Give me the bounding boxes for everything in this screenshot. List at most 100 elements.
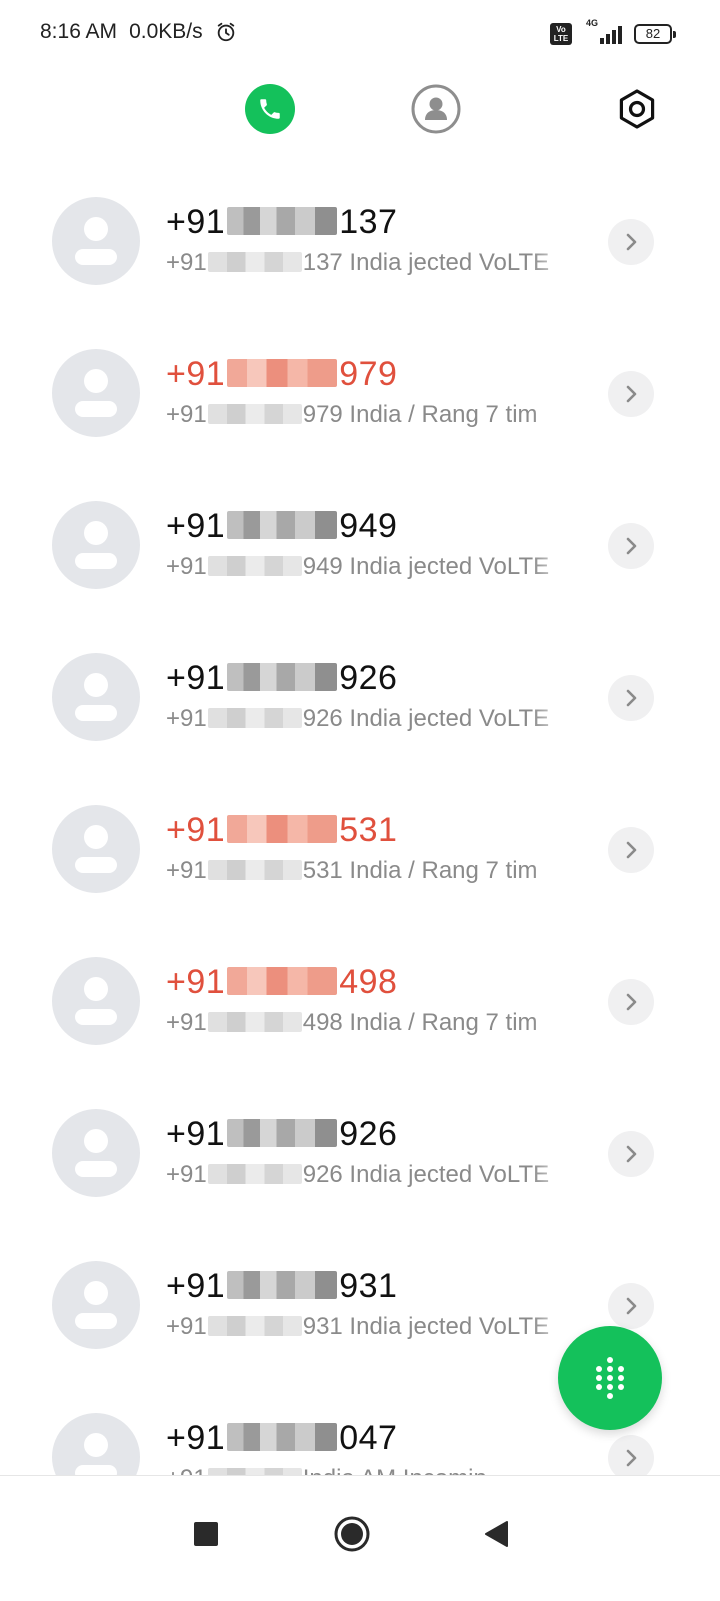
redacted-digits — [227, 663, 338, 692]
status-bar: 8:16 AM 0.0KB/s Vo LTE 4G 82 — [0, 0, 720, 70]
avatar-body — [75, 705, 117, 721]
call-details-button[interactable] — [608, 1131, 654, 1177]
caller-number: +91 931 — [166, 1267, 397, 1306]
home-button[interactable] — [322, 1504, 382, 1564]
redacted-digits — [227, 815, 338, 844]
call-log-row[interactable]: +91 926 +91 926 India jected VoLTE — [0, 1077, 720, 1229]
redacted-digits — [207, 1163, 302, 1184]
caller-number: +91 926 — [166, 1115, 397, 1154]
detail-status: jected VoLTE — [408, 1313, 550, 1340]
redacted-digits — [207, 555, 302, 576]
detail-status: jected VoLTE — [408, 1161, 550, 1188]
recents-button[interactable] — [176, 1504, 236, 1564]
call-details: +91 137 India jected VoLTE — [166, 249, 572, 277]
detail-prefix: +91 — [166, 1009, 207, 1036]
avatar-body — [75, 249, 117, 265]
number-suffix: 498 — [339, 963, 398, 1001]
call-details-button[interactable] — [608, 1435, 654, 1475]
chevron-right-icon — [626, 233, 637, 251]
top-tabs — [0, 82, 720, 142]
number-suffix: 926 — [339, 659, 398, 697]
call-log-row[interactable]: +91 498 +91 498 India / Rang 7 tim — [0, 925, 720, 1077]
avatar — [52, 805, 140, 893]
chevron-right-icon — [626, 689, 637, 707]
number-suffix: 949 — [339, 507, 398, 545]
call-log-row[interactable]: +91 979 +91 979 India / Rang 7 tim — [0, 317, 720, 469]
avatar — [52, 349, 140, 437]
call-details-button[interactable] — [608, 827, 654, 873]
back-button[interactable] — [466, 1504, 526, 1564]
caller-number: +91 949 — [166, 507, 397, 546]
phone-tab[interactable] — [245, 84, 295, 134]
number-suffix: 926 — [339, 1115, 398, 1153]
detail-location: 926 India — [302, 1161, 402, 1188]
number-suffix: 531 — [339, 811, 398, 849]
call-log-list[interactable]: +91 137 +91 137 India jected VoLTE +91 979 +91… — [0, 165, 720, 1475]
call-details-button[interactable] — [608, 523, 654, 569]
caller-number: +91 926 — [166, 659, 397, 698]
number-prefix: +91 — [166, 1419, 226, 1457]
call-details-button[interactable] — [608, 675, 654, 721]
number-suffix: 931 — [339, 1267, 398, 1305]
number-suffix: 979 — [339, 355, 398, 393]
avatar — [52, 1109, 140, 1197]
call-log-row[interactable]: +91 926 +91 926 India jected VoLTE — [0, 621, 720, 773]
avatar-head — [84, 1433, 108, 1457]
detail-location: 931 India — [302, 1313, 402, 1340]
call-details-button[interactable] — [608, 1283, 654, 1329]
detail-prefix: +91 — [166, 857, 207, 884]
number-prefix: +91 — [166, 1115, 226, 1153]
settings-button[interactable] — [614, 86, 660, 132]
detail-status: / Rang 7 tim — [408, 857, 538, 884]
status-time: 8:16 AM — [40, 20, 118, 43]
avatar-head — [84, 1281, 108, 1305]
detail-status: / Rang 7 tim — [408, 401, 538, 428]
chevron-right-icon — [626, 1449, 637, 1467]
call-log-row[interactable]: +91 949 +91 949 India jected VoLTE — [0, 469, 720, 621]
chevron-right-icon — [626, 385, 637, 403]
call-details-button[interactable] — [608, 371, 654, 417]
call-details-button[interactable] — [608, 219, 654, 265]
detail-location: 137 India — [302, 249, 402, 276]
call-details: +91 926 India jected VoLTE — [166, 1161, 572, 1189]
redacted-digits — [227, 1423, 338, 1452]
detail-location: 979 India — [302, 401, 402, 428]
dialpad-button[interactable] — [558, 1326, 662, 1430]
call-details: +91 531 India / Rang 7 tim — [166, 857, 572, 885]
avatar — [52, 653, 140, 741]
number-prefix: +91 — [166, 203, 226, 241]
redacted-digits — [207, 403, 302, 424]
call-log-row[interactable]: +91 137 +91 137 India jected VoLTE — [0, 165, 720, 317]
detail-location: 949 India — [302, 553, 402, 580]
status-speed: 0.0KB/s — [129, 20, 203, 43]
redacted-digits — [227, 967, 338, 996]
call-details: +91 931 India jected VoLTE — [166, 1313, 572, 1341]
call-details: +91 926 India jected VoLTE — [166, 705, 572, 733]
redacted-digits — [207, 1011, 302, 1032]
detail-prefix: +91 — [166, 249, 207, 276]
call-details-button[interactable] — [608, 979, 654, 1025]
avatar — [52, 501, 140, 589]
avatar-body — [75, 401, 117, 417]
redacted-digits — [207, 707, 302, 728]
detail-prefix: +91 — [166, 705, 207, 732]
avatar-head — [84, 1129, 108, 1153]
avatar — [52, 1413, 140, 1475]
number-prefix: +91 — [166, 963, 226, 1001]
number-prefix: +91 — [166, 355, 226, 393]
redacted-digits — [227, 207, 338, 236]
redacted-digits — [227, 359, 338, 388]
contacts-tab[interactable] — [411, 84, 461, 134]
avatar-head — [84, 977, 108, 1001]
battery-level: 82 — [645, 26, 661, 41]
avatar-head — [84, 825, 108, 849]
caller-number: +91 979 — [166, 355, 397, 394]
caller-number: +91 137 — [166, 203, 397, 242]
avatar-body — [75, 553, 117, 569]
call-details: +91 979 India / Rang 7 tim — [166, 401, 572, 429]
redacted-digits — [227, 511, 338, 540]
alarm-icon — [217, 22, 234, 42]
detail-prefix: +91 — [166, 401, 207, 428]
call-log-row[interactable]: +91 531 +91 531 India / Rang 7 tim — [0, 773, 720, 925]
number-prefix: +91 — [166, 811, 226, 849]
